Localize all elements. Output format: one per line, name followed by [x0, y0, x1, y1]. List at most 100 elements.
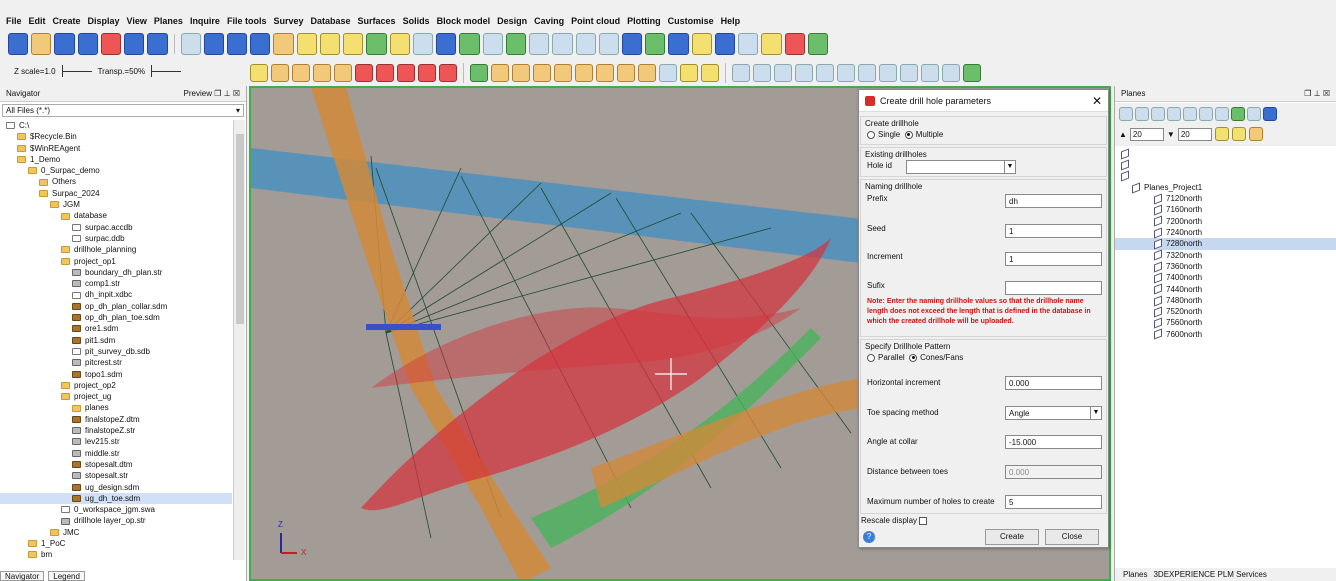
plane-item[interactable]: 7480north	[1115, 295, 1336, 306]
menu-file-tools[interactable]: File tools	[227, 16, 267, 26]
tree-item[interactable]: op_dh_plan_toe.sdm	[0, 312, 232, 323]
properties-icon[interactable]	[645, 33, 666, 55]
plane-item[interactable]: 7440north	[1115, 283, 1336, 295]
delete-all-icon[interactable]	[418, 63, 436, 82]
freehand-icon[interactable]	[942, 63, 960, 82]
grid-icon[interactable]	[180, 33, 201, 55]
plane-item[interactable]: 7400north	[1115, 272, 1336, 284]
play-icon[interactable]	[807, 33, 829, 55]
tree-item[interactable]: drillhole_planning	[0, 244, 232, 255]
menu-edit[interactable]: Edit	[29, 16, 46, 26]
zoom-in-icon[interactable]	[203, 33, 225, 55]
string-save-icon[interactable]	[596, 63, 614, 82]
tree-item[interactable]: pit1.sdm	[0, 335, 232, 346]
solid-icon[interactable]	[714, 33, 736, 55]
create-button[interactable]: Create	[985, 529, 1039, 545]
delete-string-icon[interactable]	[397, 63, 415, 82]
view-zy-icon[interactable]	[343, 33, 364, 55]
navigator-scrollbar[interactable]	[233, 120, 245, 560]
tree-item[interactable]: 0_workspace_jgm.swa	[0, 504, 232, 515]
tree-item[interactable]: stopesalt.dtm	[0, 459, 232, 470]
parallel-radio[interactable]	[867, 353, 875, 362]
dim-angle-icon[interactable]	[701, 63, 719, 82]
plane-item[interactable]: 7120north	[1115, 193, 1336, 205]
menu-survey[interactable]: Survey	[273, 16, 303, 26]
hinc-input[interactable]: 0.000	[1005, 376, 1102, 390]
plane-apply-icon[interactable]	[1231, 127, 1246, 141]
planes-root-item[interactable]	[1115, 159, 1336, 171]
tree-item[interactable]: Others	[0, 176, 232, 187]
plane-table-icon[interactable]	[1215, 107, 1229, 121]
plane-item[interactable]: 7240north	[1115, 227, 1336, 239]
tree-item[interactable]: middle.str	[0, 448, 232, 459]
tree-item[interactable]: surpac.ddb	[0, 233, 232, 244]
menu-customise[interactable]: Customise	[668, 16, 714, 26]
toe-select[interactable]: Angle ▼	[1005, 406, 1102, 420]
tab-legend[interactable]: Legend	[48, 571, 85, 581]
seed-input[interactable]: 1	[1005, 224, 1102, 238]
multiple-radio[interactable]	[904, 130, 913, 139]
max-input[interactable]: 5	[1005, 495, 1102, 509]
curve-b-icon[interactable]	[837, 63, 855, 82]
dim-line-icon[interactable]	[680, 63, 698, 82]
tree-item[interactable]: finalstopeZ.str	[0, 425, 232, 436]
open-folder-icon[interactable]	[31, 33, 52, 55]
grid-snap-icon[interactable]	[963, 63, 981, 82]
plane-item[interactable]: 7560north	[1115, 317, 1336, 329]
delete-selected-icon[interactable]	[439, 63, 457, 82]
menu-block-model[interactable]: Block model	[437, 16, 491, 26]
print-icon[interactable]	[77, 33, 98, 55]
rotate-icon[interactable]	[366, 33, 387, 55]
zoom-out-icon[interactable]	[227, 33, 248, 55]
cursor-icon[interactable]	[482, 33, 503, 55]
rescale-checkbox[interactable]	[919, 516, 928, 525]
menu-design[interactable]: Design	[497, 16, 527, 26]
view-yx-icon[interactable]	[296, 33, 317, 55]
plane-item[interactable]: 7200north	[1115, 215, 1336, 227]
layer-merge-icon[interactable]	[512, 63, 530, 82]
layer-open-icon[interactable]	[554, 63, 572, 82]
planes-project-item[interactable]: Planes_Project1	[1115, 182, 1336, 193]
tree-item[interactable]: boundary_dh_plan.str	[0, 267, 232, 278]
transparency-slider[interactable]	[151, 64, 182, 77]
increment-input[interactable]: 1	[1005, 252, 1102, 266]
single-radio[interactable]	[867, 130, 875, 139]
tree-item[interactable]: 1_PoC	[0, 538, 232, 549]
plane-item[interactable]: 7320north	[1115, 249, 1336, 261]
layer-icon[interactable]	[470, 63, 488, 82]
record-icon[interactable]	[784, 33, 805, 55]
tree-item[interactable]: dh_inpit.xdbc	[0, 289, 232, 300]
tree-item[interactable]: JMC	[0, 527, 232, 538]
plane-report-icon[interactable]	[1199, 107, 1213, 121]
line-chart-icon[interactable]	[598, 33, 619, 55]
point-icon[interactable]	[505, 33, 527, 55]
undo-icon[interactable]	[124, 33, 145, 55]
hole-id-select[interactable]: ▼	[906, 160, 1016, 174]
plane-item[interactable]: 7160north	[1115, 204, 1336, 216]
tree-item[interactable]: lev215.str	[0, 436, 232, 447]
plane-step-up-input[interactable]: 20	[1129, 127, 1164, 141]
up-arrow-icon[interactable]: ▲	[1119, 130, 1127, 139]
plane-item[interactable]: 7360north	[1115, 261, 1336, 273]
panel-pin-icon[interactable]: ⊥	[224, 89, 231, 98]
block-delete-icon[interactable]	[795, 63, 813, 82]
tree-item[interactable]: bm	[0, 549, 232, 560]
polyline-icon[interactable]	[858, 63, 876, 82]
tree-item[interactable]: project_ug	[0, 391, 232, 402]
close-button[interactable]: Close	[1045, 529, 1099, 545]
delete-segment-icon[interactable]	[376, 63, 394, 82]
block-edit-icon[interactable]	[774, 63, 792, 82]
view-zx-icon[interactable]	[319, 33, 341, 55]
plane-edit-icon[interactable]	[1183, 107, 1197, 121]
help-icon[interactable]: ?	[863, 531, 875, 543]
measure-icon[interactable]	[529, 33, 550, 55]
tree-item[interactable]: ug_dh_toe.sdm	[0, 492, 232, 505]
plane-item[interactable]: 7600north	[1115, 328, 1336, 340]
panel-float-icon[interactable]: ❐	[1304, 89, 1311, 98]
tree-item[interactable]: comp1.str	[0, 278, 232, 289]
reset-icon[interactable]	[100, 33, 122, 55]
tree-item[interactable]: C:\	[0, 120, 232, 131]
panel-close-icon[interactable]: ☒	[233, 89, 240, 98]
tree-item[interactable]: database	[0, 210, 232, 221]
arc-icon[interactable]	[921, 63, 939, 82]
